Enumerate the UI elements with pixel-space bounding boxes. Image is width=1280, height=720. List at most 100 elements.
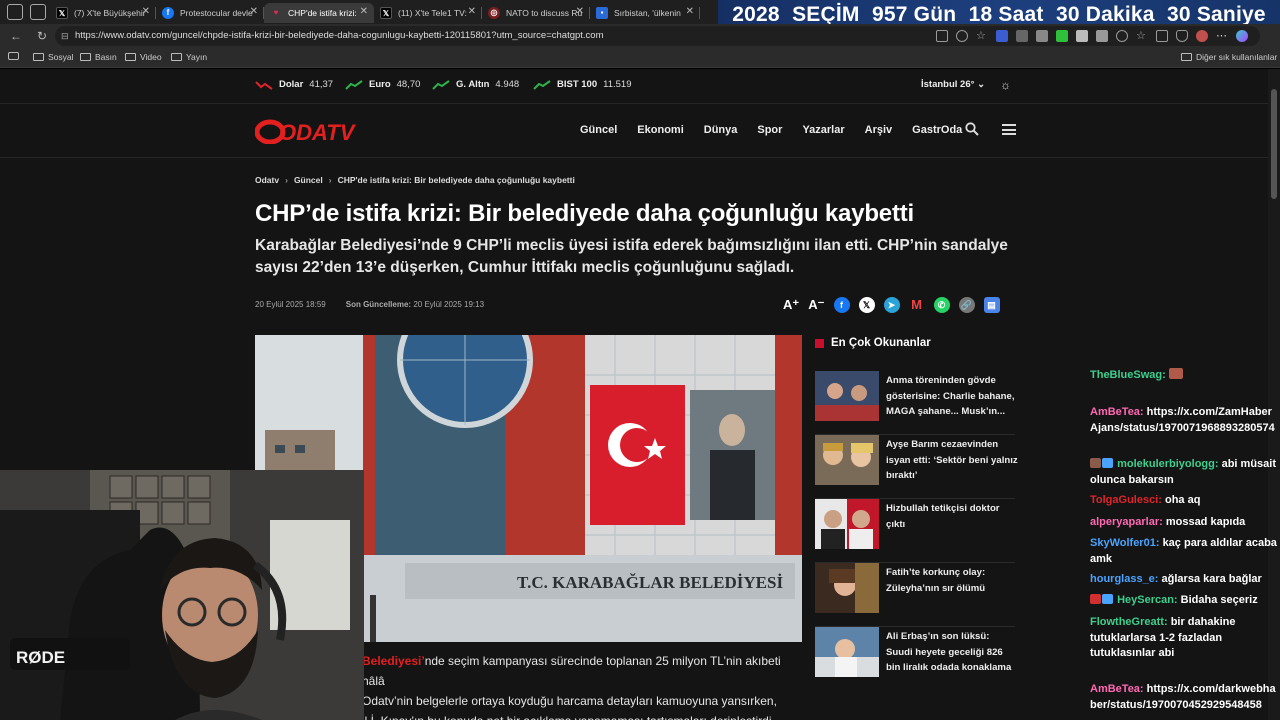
verified-badge-icon bbox=[1102, 458, 1113, 468]
refresh-extension-icon[interactable] bbox=[1116, 30, 1128, 42]
verified-badge-icon bbox=[1102, 594, 1113, 604]
thumbnail-image bbox=[815, 627, 879, 677]
most-read-item[interactable]: Hizbullah tetikçisi doktor çıktı bbox=[815, 499, 1015, 563]
article-link[interactable]: Belediyesi’ bbox=[362, 654, 425, 668]
article-body-line: il İ. Kınay’ın bu konuda net bir açıklam… bbox=[362, 711, 802, 720]
extension-icon[interactable] bbox=[1016, 30, 1028, 42]
nav-ekonomi[interactable]: Ekonomi bbox=[637, 124, 683, 136]
x-share-icon[interactable]: 𝕏 bbox=[858, 297, 875, 313]
shield-icon[interactable] bbox=[1176, 30, 1188, 42]
more-menu-icon[interactable]: ⋯ bbox=[1216, 30, 1228, 42]
trend-down-icon bbox=[255, 80, 273, 90]
close-tab-icon[interactable]: ✕ bbox=[250, 6, 258, 17]
browser-tab[interactable]: ◎ NATO to discuss Ru ✕ bbox=[482, 3, 590, 23]
nav-arsiv[interactable]: Arşiv bbox=[865, 124, 893, 136]
scrollbar-thumb[interactable] bbox=[1271, 89, 1277, 199]
copy-link-icon[interactable]: 🔗 bbox=[958, 297, 975, 313]
extension-icon[interactable] bbox=[1036, 30, 1048, 42]
breadcrumb-section[interactable]: Güncel bbox=[294, 175, 323, 185]
hamburger-menu-icon[interactable] bbox=[1002, 124, 1016, 135]
most-read-item[interactable]: Anma töreninden gövde gösterisine: Charl… bbox=[815, 371, 1015, 435]
weather-selector[interactable]: İstanbul 26° ⌄ bbox=[921, 79, 985, 90]
bookmark-folder-sosyal[interactable]: Sosyal bbox=[33, 52, 74, 62]
google-news-icon[interactable]: ▤ bbox=[983, 297, 1000, 313]
telegram-share-icon[interactable]: ➤ bbox=[883, 297, 900, 313]
bookmarks-bar: Sosyal Basın Video Yayın Diğer sık kulla… bbox=[0, 48, 1280, 68]
browser-tab[interactable]: 𝕏 (11) X'te Tele1 TV: ✕ bbox=[374, 3, 482, 23]
chevron-down-icon: ⌄ bbox=[977, 79, 986, 90]
news-logo-icon: ▪ bbox=[596, 7, 608, 19]
chat-message: TheBlueSwag: bbox=[1090, 368, 1278, 384]
bookmark-folder-video[interactable]: Video bbox=[125, 52, 162, 62]
nav-spor[interactable]: Spor bbox=[757, 124, 782, 136]
extension-icon[interactable] bbox=[1096, 30, 1108, 42]
breadcrumb-home[interactable]: Odatv bbox=[255, 175, 279, 185]
x-logo-icon: 𝕏 bbox=[56, 7, 68, 19]
chat-message: HeySercan: Bidaha seçeriz bbox=[1090, 593, 1278, 609]
site-info-icon[interactable]: ⊟ bbox=[61, 26, 69, 46]
bookmarks-icon[interactable] bbox=[8, 52, 19, 60]
close-tab-icon[interactable]: ✕ bbox=[142, 6, 150, 17]
facebook-share-icon[interactable]: f bbox=[833, 297, 850, 313]
extension-icons: ☆ ☆ ⋯ bbox=[936, 26, 1248, 42]
ticker-euro[interactable]: Euro 48,70 bbox=[345, 79, 420, 90]
collections-icon[interactable] bbox=[1156, 30, 1168, 42]
browser-tab-active[interactable]: ♥ CHP'de istifa krizi: ✕ bbox=[264, 3, 374, 23]
most-read-item[interactable]: Ayşe Barım cezaevinden isyan etti: ‘Sekt… bbox=[815, 435, 1018, 499]
url-field[interactable]: ⊟ https://www.odatv.com/guncel/chpde-ist… bbox=[55, 26, 1260, 46]
odatv-logo[interactable]: ODATV bbox=[255, 118, 363, 144]
address-bar-row: ← ↻ ⊟ https://www.odatv.com/guncel/chpde… bbox=[0, 24, 1280, 48]
reader-icon[interactable] bbox=[956, 30, 968, 42]
most-read-item[interactable]: Ali Erbaş’ın son lüksü: Suudi heyete gec… bbox=[815, 627, 1015, 691]
nav-gastroda[interactable]: GastrOda bbox=[912, 124, 962, 136]
theme-toggle-sun-icon[interactable]: ☼ bbox=[1000, 78, 1011, 92]
reload-icon[interactable]: ↻ bbox=[34, 29, 50, 43]
nav-guncel[interactable]: Güncel bbox=[580, 124, 617, 136]
ticker-dolar[interactable]: Dolar 41,37 bbox=[255, 79, 333, 90]
most-read-item[interactable]: Fatih’te korkunç olay: Züleyha’nın sır ö… bbox=[815, 563, 1015, 627]
tab-actions-icon[interactable] bbox=[30, 4, 46, 20]
browser-tab[interactable]: 𝕏 (7) X'te Büyükşehir ✕ bbox=[50, 3, 156, 23]
profile-avatar-icon[interactable] bbox=[1196, 30, 1208, 42]
nav-yazarlar[interactable]: Yazarlar bbox=[802, 124, 844, 136]
extension-icon[interactable] bbox=[1056, 30, 1068, 42]
extension-icon[interactable] bbox=[1076, 30, 1088, 42]
thumbnail-image bbox=[815, 371, 879, 421]
chat-message: SkyWolfer01: kaç para aldılar acaba amk bbox=[1090, 537, 1277, 565]
whatsapp-share-icon[interactable]: ✆ bbox=[933, 297, 950, 313]
red-square-icon bbox=[815, 338, 824, 348]
close-tab-icon[interactable]: ✕ bbox=[576, 6, 584, 17]
ticker-gold[interactable]: G. Altın 4.948 bbox=[432, 79, 519, 90]
browser-tab[interactable]: ▪ Sırbistan, 'ülkenin ✕ bbox=[590, 3, 700, 23]
search-icon[interactable] bbox=[965, 122, 979, 136]
chat-message: AmBeTea: https://x.com/darkwebhaber/stat… bbox=[1090, 683, 1276, 711]
workspaces-icon[interactable] bbox=[7, 4, 23, 20]
close-tab-icon[interactable]: ✕ bbox=[360, 6, 368, 17]
close-tab-icon[interactable]: ✕ bbox=[468, 6, 476, 17]
font-decrease-button[interactable]: A⁻ bbox=[808, 297, 824, 313]
favorites-icon[interactable]: ☆ bbox=[1136, 30, 1148, 42]
published-date: 20 Eylül 2025 18:59 bbox=[255, 300, 326, 309]
breadcrumb: Odatv › Güncel › CHP'de istifa krizi: Bi… bbox=[255, 175, 575, 185]
font-increase-button[interactable]: A⁺ bbox=[783, 297, 799, 313]
article-dates: 20 Eylül 2025 18:59 Son Güncelleme: 20 E… bbox=[255, 300, 484, 309]
article-body: Belediyesi’nde seçim kampanyası sürecind… bbox=[362, 651, 802, 720]
gmail-share-icon[interactable]: M bbox=[909, 297, 925, 313]
bookmark-folder-yayin[interactable]: Yayın bbox=[171, 52, 207, 62]
extension-icon[interactable] bbox=[996, 30, 1008, 42]
browser-tab[interactable]: f Protestocular devle ✕ bbox=[156, 3, 264, 23]
close-tab-icon[interactable]: ✕ bbox=[686, 6, 694, 17]
bookmark-folder-basin[interactable]: Basın bbox=[80, 52, 117, 62]
other-bookmarks[interactable]: Diğer sık kullanılanlar bbox=[1181, 52, 1277, 62]
grid-icon[interactable] bbox=[936, 30, 948, 42]
chat-message: AmBeTea: https://x.com/ZamHaberAjans/sta… bbox=[1090, 406, 1275, 434]
star-icon[interactable]: ☆ bbox=[976, 30, 988, 42]
copilot-icon[interactable] bbox=[1236, 30, 1248, 42]
back-arrow-icon[interactable]: ← bbox=[8, 29, 24, 43]
folder-icon bbox=[125, 53, 136, 61]
logo-text: ODATV bbox=[279, 120, 357, 144]
most-read-title: En Çok Okunanlar bbox=[815, 335, 1015, 351]
ticker-bist[interactable]: BIST 100 11.519 bbox=[533, 79, 632, 90]
nav-dunya[interactable]: Dünya bbox=[704, 124, 738, 136]
folder-icon bbox=[171, 53, 182, 61]
